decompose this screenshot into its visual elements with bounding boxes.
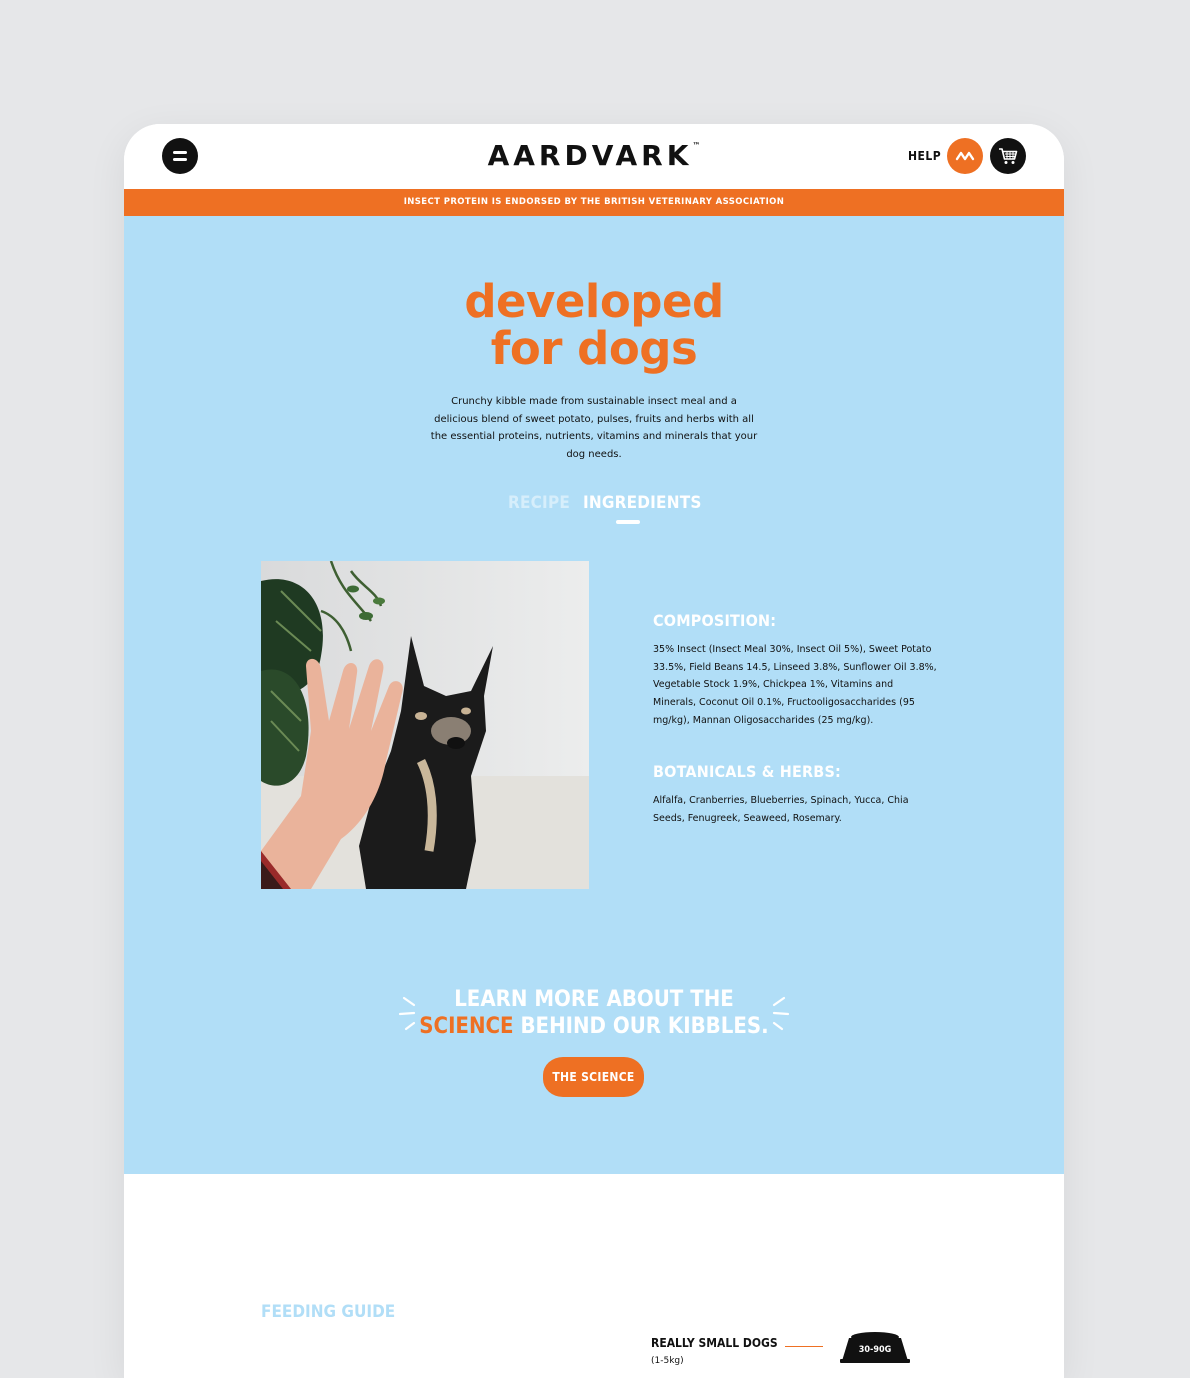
the-science-button[interactable]: THE SCIENCE xyxy=(543,1057,644,1097)
botanicals-text: Alfalfa, Cranberries, Blueberries, Spina… xyxy=(653,795,909,824)
science-line-1: LEARN MORE ABOUT THE xyxy=(454,987,734,1012)
cart-button[interactable] xyxy=(990,138,1026,174)
science-highlight: SCIENCE xyxy=(419,1014,514,1039)
feeding-divider xyxy=(785,1346,823,1347)
dog-weight-range: (1-5kg) xyxy=(651,1356,684,1366)
dog-high-five-photo xyxy=(261,561,589,889)
announcement-bar: INSECT PROTEIN IS ENDORSED BY THE BRITIS… xyxy=(124,189,1064,216)
account-button[interactable] xyxy=(947,138,983,174)
science-line-2: BEHIND OUR KIBBLES. xyxy=(513,1014,769,1039)
site-header: AARDVARK™ HELP xyxy=(124,124,1064,189)
active-tab-indicator xyxy=(616,520,640,524)
tab-ingredients[interactable]: INGREDIENTS xyxy=(583,493,702,513)
page-title: developed for dogs xyxy=(124,278,1064,372)
title-line-2: for dogs xyxy=(490,322,698,375)
tab-recipe[interactable]: RECIPE xyxy=(508,493,570,513)
sparkle-right-icon xyxy=(772,996,790,1031)
logo-text: AARDVARK xyxy=(487,139,693,172)
title-line-1: developed xyxy=(464,275,724,328)
cart-icon xyxy=(999,148,1018,164)
composition-heading: COMPOSITION: xyxy=(653,611,777,630)
product-hero: developed for dogs Crunchy kibble made f… xyxy=(124,216,1064,1174)
botanicals-heading: BOTANICALS & HERBS: xyxy=(653,762,841,781)
feeding-amount: 30-90G xyxy=(858,1345,892,1355)
feeding-guide-title: FEEDING GUIDE xyxy=(261,1302,396,1322)
account-icon xyxy=(955,151,975,161)
dog-size-label: REALLY SMALL DOGS xyxy=(651,1336,778,1350)
science-promo-title: LEARN MORE ABOUT THE SCIENCE BEHIND OUR … xyxy=(124,986,1064,1040)
composition-text: 35% Insect (Insect Meal 30%, Insect Oil … xyxy=(653,644,937,726)
help-link[interactable]: HELP xyxy=(908,149,941,163)
product-description: Crunchy kibble made from sustainable ins… xyxy=(430,396,758,460)
trademark-symbol: ™ xyxy=(692,141,701,150)
browser-viewport: AARDVARK™ HELP INSECT PROTEIN IS ENDORSE… xyxy=(124,124,1064,1378)
